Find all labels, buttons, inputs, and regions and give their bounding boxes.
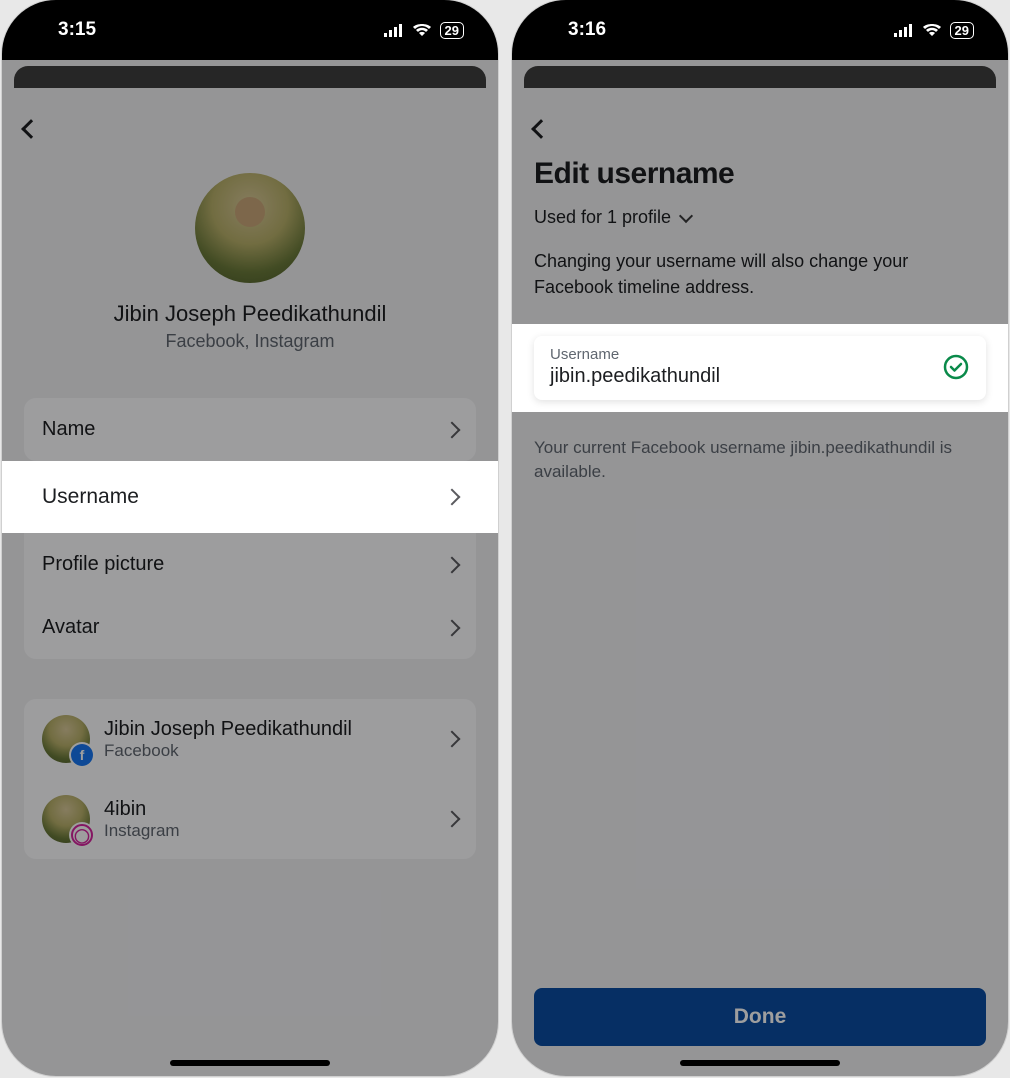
username-field-value: jibin.peedikathundil (550, 365, 930, 388)
home-indicator[interactable] (680, 1060, 840, 1066)
edit-username-sheet: Edit username Used for 1 profile Changin… (512, 82, 1008, 1076)
display-name: Jibin Joseph Peedikathundil (114, 301, 387, 327)
chevron-right-icon (444, 811, 461, 828)
page-title: Edit username (512, 149, 1008, 197)
back-icon[interactable] (21, 119, 41, 139)
status-time: 3:16 (568, 19, 606, 41)
profile-header: Jibin Joseph Peedikathundil Facebook, In… (2, 149, 498, 382)
row-name[interactable]: Name (24, 398, 476, 461)
username-field-label: Username (550, 346, 930, 363)
chevron-down-icon (679, 208, 693, 222)
cellular-signal-icon (894, 23, 914, 37)
username-field[interactable]: Username jibin.peedikathundil (534, 336, 986, 400)
status-time: 3:15 (58, 19, 96, 41)
instagram-badge-icon: ◯ (71, 824, 93, 846)
account-row-facebook[interactable]: f Jibin Joseph Peedikathundil Facebook (24, 699, 476, 779)
chevron-right-icon (444, 619, 461, 636)
profile-avatar[interactable] (195, 173, 305, 283)
background-sheet-nub (14, 66, 486, 88)
account-name: Jibin Joseph Peedikathundil (104, 717, 432, 741)
status-bar: 3:15 29 (2, 0, 498, 60)
cellular-signal-icon (384, 23, 404, 37)
facebook-badge-icon: f (71, 744, 93, 766)
chevron-right-icon (444, 421, 461, 438)
account-platform: Facebook (104, 741, 432, 761)
done-button-label: Done (734, 1005, 787, 1029)
account-name: 4ibin (104, 797, 432, 821)
chevron-right-icon (444, 731, 461, 748)
battery-icon: 29 (950, 22, 974, 39)
chevron-right-icon (444, 489, 461, 506)
row-label: Name (42, 418, 95, 441)
settings-card: Name (24, 398, 476, 461)
row-profile-picture[interactable]: Profile picture (24, 533, 476, 596)
used-for-label: Used for 1 profile (534, 207, 671, 228)
phone-right: 3:16 29 Edit username Used for 1 profile (512, 0, 1008, 1076)
row-label: Avatar (42, 616, 99, 639)
account-avatar: f (42, 715, 90, 763)
used-for-dropdown[interactable]: Used for 1 profile (512, 197, 1008, 238)
back-icon[interactable] (531, 119, 551, 139)
row-label: Username (42, 485, 139, 509)
wifi-icon (922, 23, 942, 37)
status-bar: 3:16 29 (512, 0, 1008, 60)
helper-text: Your current Facebook username jibin.pee… (512, 412, 1008, 508)
check-circle-icon (942, 353, 970, 381)
profile-settings-sheet: Jibin Joseph Peedikathundil Facebook, In… (2, 82, 498, 1076)
apps-subtitle: Facebook, Instagram (165, 331, 334, 352)
row-avatar[interactable]: Avatar (24, 596, 476, 659)
home-indicator[interactable] (170, 1060, 330, 1066)
background-sheet-nub (524, 66, 996, 88)
row-username[interactable]: Username (2, 461, 498, 533)
settings-card-lower: Profile picture Avatar (24, 533, 476, 659)
done-button[interactable]: Done (534, 988, 986, 1046)
battery-icon: 29 (440, 22, 464, 39)
phone-left: 3:15 29 Jibin Joseph Peedikathundil Face… (2, 0, 498, 1076)
row-label: Profile picture (42, 553, 164, 576)
account-avatar: ◯ (42, 795, 90, 843)
description-text: Changing your username will also change … (512, 238, 1008, 324)
account-row-instagram[interactable]: ◯ 4ibin Instagram (24, 779, 476, 859)
accounts-card: f Jibin Joseph Peedikathundil Facebook ◯… (24, 699, 476, 859)
chevron-right-icon (444, 556, 461, 573)
wifi-icon (412, 23, 432, 37)
account-platform: Instagram (104, 821, 432, 841)
